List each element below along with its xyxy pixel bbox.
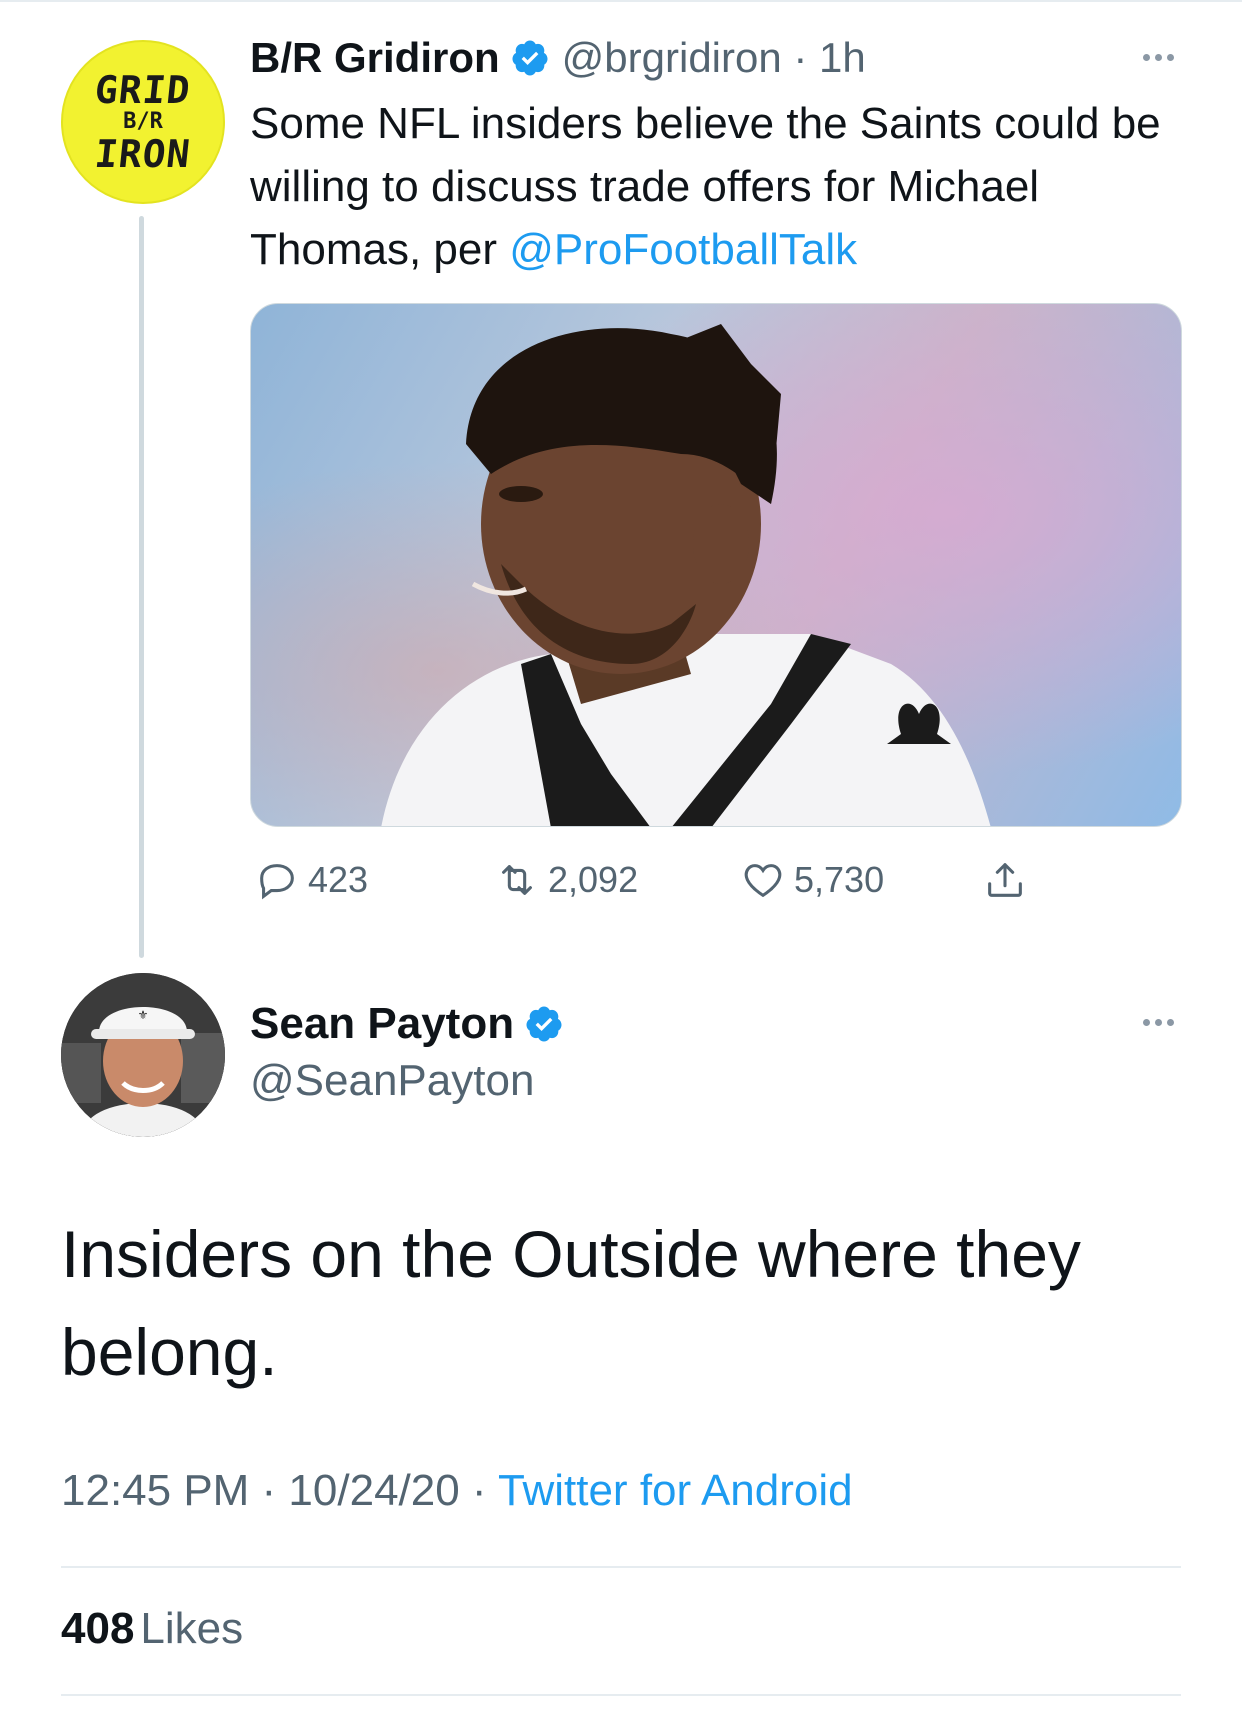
like-icon	[744, 864, 782, 898]
divider	[61, 1566, 1181, 1568]
tweet-timestamp[interactable]: 12:45 PM · 10/24/20 ·	[61, 1466, 498, 1515]
br-gridiron-avatar[interactable]: GRID B/R IRON	[61, 40, 225, 204]
more-options-icon[interactable]	[1143, 54, 1174, 61]
author-name[interactable]: B/R Gridiron	[250, 34, 500, 82]
parent-tweet-text: Some NFL insiders believe the Saints cou…	[250, 92, 1180, 281]
divider	[61, 1694, 1181, 1696]
svg-text:⚜: ⚜	[138, 1008, 149, 1022]
reply-count: 423	[308, 859, 369, 900]
verified-badge-icon	[512, 40, 548, 76]
author-name[interactable]: Sean Payton	[250, 999, 514, 1049]
like-button[interactable]: 5,730	[740, 855, 884, 905]
thread-connector-line	[139, 216, 144, 958]
share-icon	[988, 863, 1022, 897]
retweet-count: 2,092	[548, 859, 639, 900]
sean-payton-photo: ⚜	[61, 973, 225, 1137]
br-gridiron-logo: GRID B/R IRON	[63, 42, 223, 202]
logo-line-1: GRID	[92, 68, 194, 112]
parent-tweet-header: B/R Gridiron @brgridiron · 1h	[250, 30, 866, 86]
parent-tweet[interactable]: GRID B/R IRON B/R Gridiron @brgridiron ·…	[0, 0, 1242, 960]
main-tweet-text: Insiders on the Outside where they belon…	[61, 1217, 1081, 1389]
logo-line-2: B/R	[123, 109, 163, 134]
retweet-icon	[502, 865, 532, 895]
sean-payton-avatar[interactable]: ⚜	[61, 973, 225, 1137]
tweet-action-bar: 423 2,092 5,730	[250, 855, 1050, 905]
author-handle[interactable]: @SeanPayton	[250, 1056, 534, 1106]
likes-label: Likes	[140, 1604, 244, 1653]
tweet-photo[interactable]	[250, 303, 1182, 827]
player-photo-illustration	[251, 304, 1181, 826]
mention-link[interactable]: @ProFootballTalk	[509, 225, 857, 274]
like-count: 5,730	[794, 859, 885, 900]
author-handle-and-time[interactable]: @brgridiron · 1h	[562, 34, 866, 82]
likes-count: 408	[61, 1604, 135, 1653]
reply-icon	[260, 864, 294, 900]
reply-button[interactable]: 423	[254, 855, 368, 905]
likes-summary[interactable]: 408 Likes	[61, 1604, 243, 1654]
share-button[interactable]	[982, 855, 1036, 905]
logo-line-3: IRON	[92, 132, 194, 176]
main-tweet-header: Sean Payton	[250, 996, 564, 1052]
retweet-button[interactable]: 2,092	[494, 855, 638, 905]
tweet-metadata: 12:45 PM · 10/24/20 · Twitter for Androi…	[61, 1466, 853, 1516]
verified-badge-icon	[526, 1006, 562, 1042]
tweet-source-link[interactable]: Twitter for Android	[498, 1466, 853, 1515]
more-options-icon[interactable]	[1143, 1019, 1174, 1026]
